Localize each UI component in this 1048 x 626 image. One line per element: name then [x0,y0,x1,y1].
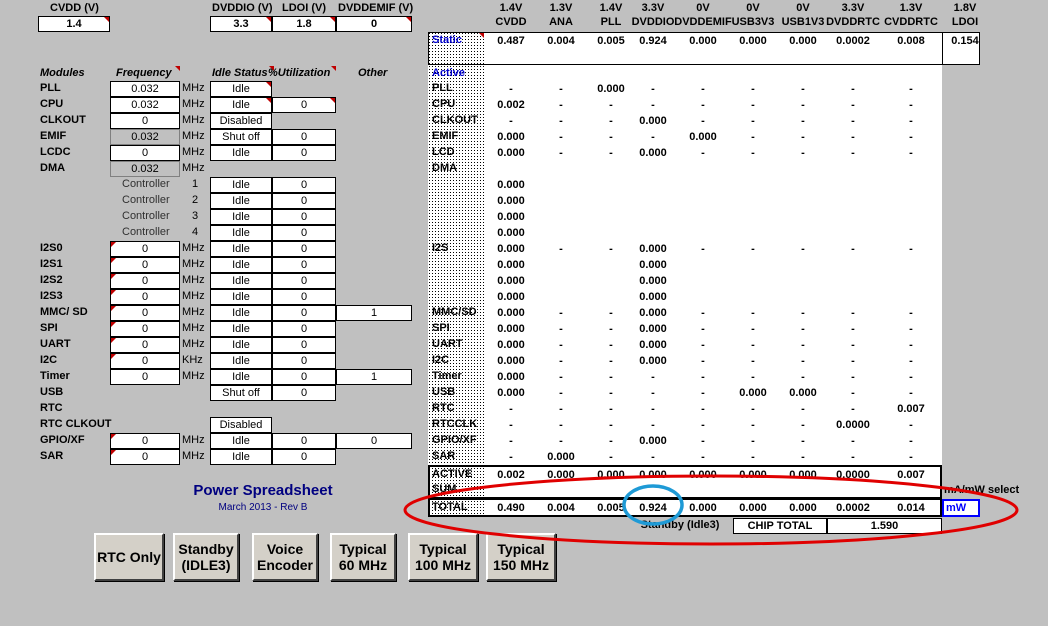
red-annotation-ring [403,474,1019,546]
annotation-overlay [403,474,1019,546]
blue-highlight-circle [622,484,684,526]
